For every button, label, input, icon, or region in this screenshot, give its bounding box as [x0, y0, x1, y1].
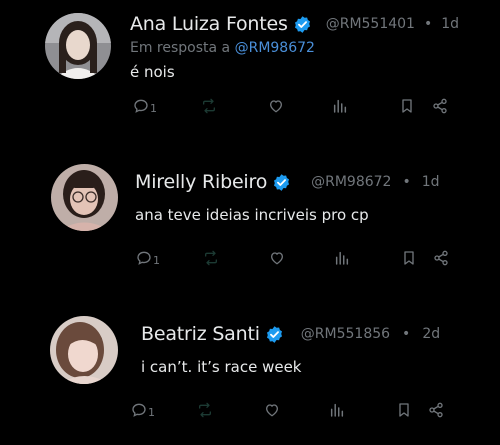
bookmark-button[interactable]: [401, 248, 417, 268]
avatar[interactable]: [45, 13, 111, 79]
share-button[interactable]: [433, 248, 449, 268]
author-name[interactable]: Beatriz Santi: [141, 323, 260, 345]
views-button[interactable]: [329, 400, 345, 420]
author-name[interactable]: Mirelly Ribeiro: [135, 171, 267, 193]
separator-dot: •: [423, 16, 433, 32]
bar-chart-icon: [333, 99, 347, 113]
reply-count: 1: [153, 253, 160, 267]
repost-icon: [199, 402, 211, 418]
post[interactable]: Mirelly Ribeiro @RM98672 • 1d ana teve i…: [0, 150, 500, 280]
post-time[interactable]: 1d: [422, 174, 440, 190]
avatar[interactable]: [50, 316, 118, 384]
post-time[interactable]: 2d: [422, 326, 440, 342]
action-bar: 1: [0, 96, 500, 116]
bar-chart-icon: [330, 403, 344, 417]
reply-icon: [132, 403, 146, 417]
heart-icon: [266, 404, 278, 417]
share-button[interactable]: [432, 96, 448, 116]
action-bar: 1: [0, 248, 500, 268]
verified-badge-icon: [265, 325, 284, 344]
heart-icon: [271, 252, 283, 265]
repost-icon: [203, 98, 215, 114]
views-button[interactable]: [332, 96, 348, 116]
share-icon: [434, 250, 448, 266]
reply-prefix: Em resposta a: [130, 40, 235, 56]
share-icon: [433, 98, 447, 114]
post-text: ana teve ideias incriveis pro cp: [135, 206, 369, 224]
reply-button[interactable]: 1: [133, 96, 157, 116]
reply-icon: [134, 99, 148, 113]
reply-button[interactable]: 1: [136, 248, 160, 268]
like-button[interactable]: [268, 96, 284, 116]
bookmark-button[interactable]: [399, 96, 415, 116]
author-handle[interactable]: @RM551856: [301, 326, 390, 342]
bookmark-icon: [402, 99, 412, 113]
share-icon: [429, 402, 443, 418]
like-button[interactable]: [264, 400, 280, 420]
bookmark-icon: [404, 251, 414, 265]
verified-badge-icon: [272, 173, 291, 192]
bar-chart-icon: [335, 251, 349, 265]
action-bar: 1: [0, 400, 500, 420]
verified-badge-icon: [293, 15, 312, 34]
post-text: i can’t. it’s race week: [141, 358, 302, 376]
post-text: é nois: [130, 63, 175, 81]
share-button[interactable]: [428, 400, 444, 420]
reply-to-link[interactable]: @RM98672: [235, 40, 315, 56]
separator-dot: •: [402, 174, 411, 190]
repost-icon: [205, 250, 217, 266]
heart-icon: [270, 100, 282, 113]
avatar[interactable]: [51, 164, 118, 231]
repost-button[interactable]: [197, 400, 213, 420]
author-handle[interactable]: @RM551401: [326, 16, 415, 32]
reply-count: 1: [150, 101, 157, 115]
bookmark-button[interactable]: [396, 400, 412, 420]
views-button[interactable]: [334, 248, 350, 268]
post-time[interactable]: 1d: [441, 16, 459, 32]
like-button[interactable]: [269, 248, 285, 268]
reply-button[interactable]: 1: [131, 400, 155, 420]
separator-dot: •: [402, 326, 411, 342]
reply-count: 1: [148, 405, 155, 419]
bookmark-icon: [399, 403, 409, 417]
author-name[interactable]: Ana Luiza Fontes: [130, 13, 288, 35]
repost-button[interactable]: [203, 248, 219, 268]
author-handle[interactable]: @RM98672: [311, 174, 391, 190]
reply-context: Em resposta a @RM98672: [130, 40, 315, 56]
repost-button[interactable]: [201, 96, 217, 116]
post[interactable]: Beatriz Santi @RM551856 • 2d i can’t. it…: [0, 300, 500, 445]
reply-icon: [137, 251, 151, 265]
post[interactable]: Ana Luiza Fontes @RM551401 • 1d Em respo…: [0, 0, 500, 130]
